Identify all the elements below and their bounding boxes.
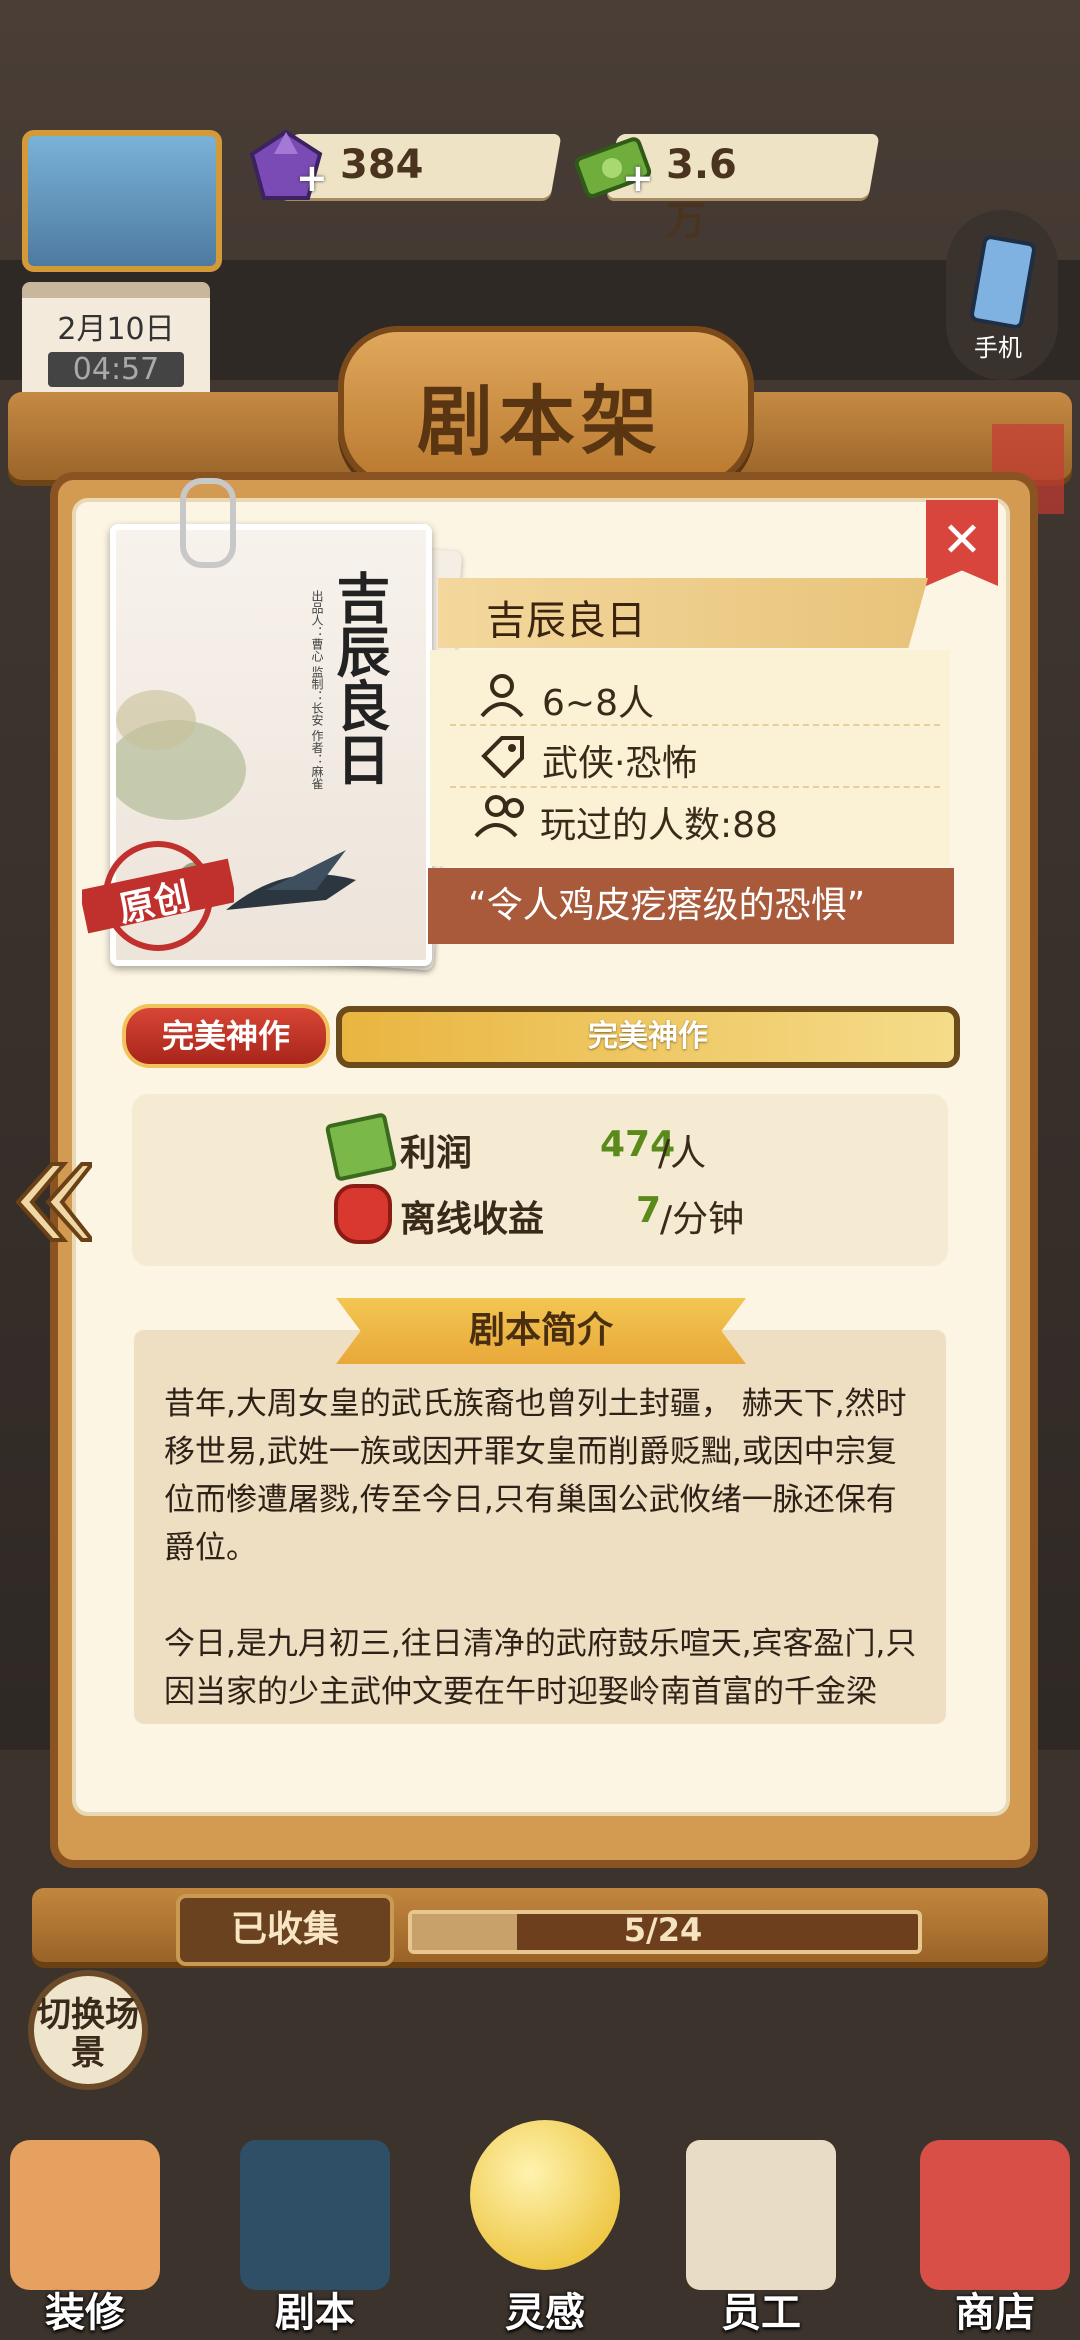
house-icon	[10, 2140, 160, 2290]
nav-item-shop[interactable]: 商店	[920, 2140, 1070, 2340]
synopsis-text[interactable]: 昔年,大周女皇的武氏族裔也曾列土封疆， 赫天下,然时移世易,武姓一族或因开罪女皇…	[164, 1380, 924, 1710]
close-icon: ✕	[941, 512, 983, 568]
script-quote: “令人鸡皮疙瘩级的恐惧”	[428, 868, 954, 944]
nav-label: 灵感	[505, 2290, 585, 2336]
offline-value: 7	[636, 1190, 662, 1231]
plus-icon: +	[622, 156, 654, 200]
rating-bar: 完美神作	[336, 1006, 960, 1068]
profit-label: 利润	[400, 1133, 473, 1174]
collection-progress-text: 5/24	[623, 1911, 703, 1949]
script-book-icon	[240, 2140, 390, 2290]
group-icon	[474, 795, 524, 838]
building-thumbnail[interactable]	[22, 130, 222, 272]
lucky-bag-icon	[334, 1184, 392, 1244]
phone-icon	[968, 233, 1038, 331]
bottom-nav: 装修 剧本 灵感 员工 商店	[0, 2120, 1080, 2340]
nav-item-inspiration[interactable]: 灵感	[460, 2120, 620, 2340]
nav-item-staff[interactable]: 员工	[676, 2140, 836, 2340]
played-count: 玩过的人数:88	[540, 805, 778, 846]
nav-item-decorate[interactable]: 装修	[10, 2140, 160, 2340]
shop-icon	[920, 2140, 1070, 2290]
plus-icon: +	[296, 156, 328, 200]
divider	[450, 724, 940, 726]
lightbulb-icon	[470, 2120, 620, 2270]
person-icon	[480, 674, 524, 718]
calendar-widget[interactable]: 2月10日 04:57	[22, 282, 210, 410]
rating-badge: 完美神作	[122, 1004, 330, 1068]
nav-label: 商店	[955, 2290, 1035, 2336]
phone-button[interactable]: 手机	[946, 210, 1058, 380]
gem-count: 384	[340, 142, 424, 188]
nav-label: 装修	[45, 2290, 125, 2336]
players-text: 6~8人	[542, 683, 654, 724]
genre-text: 武侠·恐怖	[542, 743, 698, 784]
offline-label: 离线收益	[400, 1199, 545, 1240]
nav-item-scripts[interactable]: 剧本	[240, 2140, 390, 2340]
tag-icon	[481, 736, 524, 778]
original-seal: 原创	[79, 838, 237, 952]
staff-card-icon	[686, 2140, 836, 2290]
nav-label: 员工	[721, 2290, 801, 2336]
profit-unit: /人	[658, 1133, 707, 1174]
synopsis-heading: 剧本简介	[336, 1298, 746, 1364]
nav-label: 剧本	[275, 2290, 355, 2336]
calendar-date: 2月10日	[57, 312, 175, 347]
collected-label: 已收集	[176, 1894, 394, 1966]
cash-count: 3.6万	[666, 142, 737, 244]
paperclip-icon	[180, 478, 236, 568]
prev-arrow-icon[interactable]	[8, 1160, 92, 1244]
switch-scene-button[interactable]: 切换场景	[28, 1970, 148, 2090]
offline-unit: /分钟	[660, 1199, 745, 1240]
panel-title: 剧本架	[417, 377, 663, 466]
phone-label: 手机	[974, 334, 1022, 362]
calendar-time: 04:57	[48, 352, 184, 387]
divider	[450, 786, 940, 788]
script-name: 吉辰良日	[486, 598, 646, 644]
